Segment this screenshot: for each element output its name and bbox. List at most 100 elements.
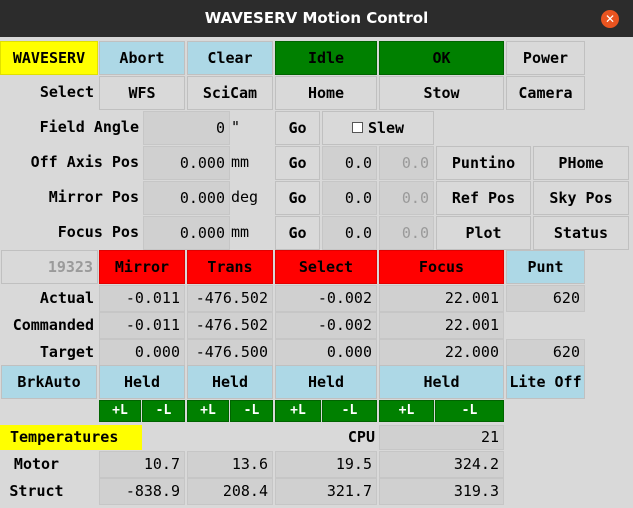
actual-mirror: -0.011 bbox=[99, 285, 185, 312]
field-angle-label: Field Angle bbox=[39, 118, 139, 136]
wfs-button[interactable]: WFS bbox=[99, 76, 185, 110]
mirror-minus-limit: -L bbox=[142, 400, 185, 422]
mirror-pos-label: Mirror Pos bbox=[48, 188, 139, 206]
off-axis-go-button[interactable]: Go bbox=[275, 146, 320, 180]
field-angle-go-button[interactable]: Go bbox=[275, 111, 320, 145]
lite-off-button[interactable]: Lite Off bbox=[506, 365, 585, 399]
target-mirror: 0.000 bbox=[99, 339, 185, 366]
power-button[interactable]: Power bbox=[506, 41, 585, 75]
focus-pos-input[interactable]: 0.000 bbox=[143, 216, 230, 250]
plot-button[interactable]: Plot bbox=[436, 216, 531, 250]
motor-temp-2: 13.6 bbox=[187, 451, 273, 478]
trans-minus-limit: -L bbox=[230, 400, 273, 422]
sky-pos-button[interactable]: Sky Pos bbox=[533, 181, 629, 215]
abort-button[interactable]: Abort bbox=[99, 41, 185, 75]
slew-checkbox[interactable]: Slew bbox=[322, 111, 434, 145]
select-minus-limit: -L bbox=[322, 400, 377, 422]
select-label: Select bbox=[39, 83, 94, 101]
title-bar: WAVESERV Motion Control ✕ bbox=[0, 0, 633, 37]
commanded-label: Commanded bbox=[12, 316, 94, 334]
mirror-pos-go-button[interactable]: Go bbox=[275, 181, 320, 215]
trans-axis-header[interactable]: Trans bbox=[187, 250, 273, 284]
actual-select: -0.002 bbox=[275, 285, 377, 312]
select-plus-limit: +L bbox=[275, 400, 321, 422]
off-axis-unit: mm bbox=[231, 153, 250, 171]
cpu-temp: 21 bbox=[379, 425, 504, 450]
commanded-punt bbox=[506, 312, 585, 339]
actual-punt: 620 bbox=[506, 285, 585, 312]
target-label: Target bbox=[39, 343, 94, 361]
focus-pos-step-input[interactable]: 0.0 bbox=[322, 216, 377, 250]
punt-axis-header[interactable]: Punt bbox=[506, 250, 585, 284]
motor-temp-3: 19.5 bbox=[275, 451, 377, 478]
slew-label: Slew bbox=[367, 119, 405, 137]
table-row: Motor 10.7 13.6 19.5 324.2 bbox=[0, 451, 633, 478]
actual-label: Actual bbox=[39, 289, 94, 307]
table-row: Struct -838.9 208.4 321.7 319.3 bbox=[0, 478, 633, 505]
trans-plus-limit: +L bbox=[187, 400, 229, 422]
actual-trans: -476.502 bbox=[187, 285, 273, 312]
focus-pos-go-button[interactable]: Go bbox=[275, 216, 320, 250]
off-axis-step2-field: 0.0 bbox=[379, 146, 434, 180]
state-indicator: Idle bbox=[275, 41, 377, 75]
field-angle-input[interactable]: 0 bbox=[143, 111, 230, 145]
focus-minus-limit: -L bbox=[435, 400, 504, 422]
commanded-select: -0.002 bbox=[275, 312, 377, 339]
focus-axis-header[interactable]: Focus bbox=[379, 250, 504, 284]
window-title: WAVESERV Motion Control bbox=[204, 9, 429, 27]
close-icon[interactable]: ✕ bbox=[601, 10, 619, 28]
select-axis-header[interactable]: Select bbox=[275, 250, 377, 284]
field-angle-unit: " bbox=[231, 118, 241, 136]
motor-temp-label: Motor bbox=[13, 455, 60, 473]
commanded-focus: 22.001 bbox=[379, 312, 504, 339]
puntino-button[interactable]: Puntino bbox=[436, 146, 531, 180]
ref-pos-button[interactable]: Ref Pos bbox=[436, 181, 531, 215]
mirror-pos-unit: deg bbox=[231, 188, 259, 206]
clear-button[interactable]: Clear bbox=[187, 41, 273, 75]
cpu-label: CPU bbox=[347, 428, 375, 446]
struct-temp-4: 319.3 bbox=[379, 478, 504, 505]
table-row: Commanded -0.011 -476.502 -0.002 22.001 bbox=[0, 312, 633, 339]
select-brake-button[interactable]: Held bbox=[275, 365, 377, 399]
target-punt: 620 bbox=[506, 339, 585, 366]
off-axis-step-input[interactable]: 0.0 bbox=[322, 146, 377, 180]
actual-focus: 22.001 bbox=[379, 285, 504, 312]
table-row: Target 0.000 -476.500 0.000 22.000 620 bbox=[0, 339, 633, 366]
health-indicator: OK bbox=[379, 41, 504, 75]
focus-plus-limit: +L bbox=[379, 400, 434, 422]
struct-temp-2: 208.4 bbox=[187, 478, 273, 505]
motion-control-window: WAVESERV Motion Control ✕ WAVESERV Abort… bbox=[0, 0, 633, 508]
mirror-brake-button[interactable]: Held bbox=[99, 365, 185, 399]
mirror-pos-input[interactable]: 0.000 bbox=[143, 181, 230, 215]
mirror-plus-limit: +L bbox=[99, 400, 141, 422]
focus-brake-button[interactable]: Held bbox=[379, 365, 504, 399]
scicam-button[interactable]: SciCam bbox=[187, 76, 273, 110]
off-axis-input[interactable]: 0.000 bbox=[143, 146, 230, 180]
home-button[interactable]: Home bbox=[275, 76, 377, 110]
status-button[interactable]: Status bbox=[533, 216, 629, 250]
focus-pos-label: Focus Pos bbox=[57, 223, 139, 241]
commanded-trans: -476.502 bbox=[187, 312, 273, 339]
trans-brake-button[interactable]: Held bbox=[187, 365, 273, 399]
struct-temp-label: Struct bbox=[9, 482, 64, 500]
mirror-pos-step2-field: 0.0 bbox=[379, 181, 434, 215]
focus-pos-unit: mm bbox=[231, 223, 250, 241]
mirror-axis-header[interactable]: Mirror bbox=[99, 250, 185, 284]
stow-button[interactable]: Stow bbox=[379, 76, 504, 110]
phome-button[interactable]: PHome bbox=[533, 146, 629, 180]
mirror-pos-step-input[interactable]: 0.0 bbox=[322, 181, 377, 215]
camera-button[interactable]: Camera bbox=[506, 76, 585, 110]
checkbox-icon[interactable] bbox=[351, 122, 363, 133]
target-trans: -476.500 bbox=[187, 339, 273, 366]
struct-temp-1: -838.9 bbox=[99, 478, 185, 505]
brkauto-button[interactable]: BrkAuto bbox=[1, 365, 97, 399]
control-panel: WAVESERV Abort Clear Idle OK Power Selec… bbox=[0, 37, 633, 508]
waveserv-name-badge: WAVESERV bbox=[0, 41, 98, 75]
off-axis-label: Off Axis Pos bbox=[30, 153, 139, 171]
target-select: 0.000 bbox=[275, 339, 377, 366]
motor-temp-4: 324.2 bbox=[379, 451, 504, 478]
focus-pos-step2-field: 0.0 bbox=[379, 216, 434, 250]
target-focus: 22.000 bbox=[379, 339, 504, 366]
temperatures-header: Temperatures bbox=[0, 425, 142, 450]
device-id-field: 19323 bbox=[1, 250, 98, 284]
